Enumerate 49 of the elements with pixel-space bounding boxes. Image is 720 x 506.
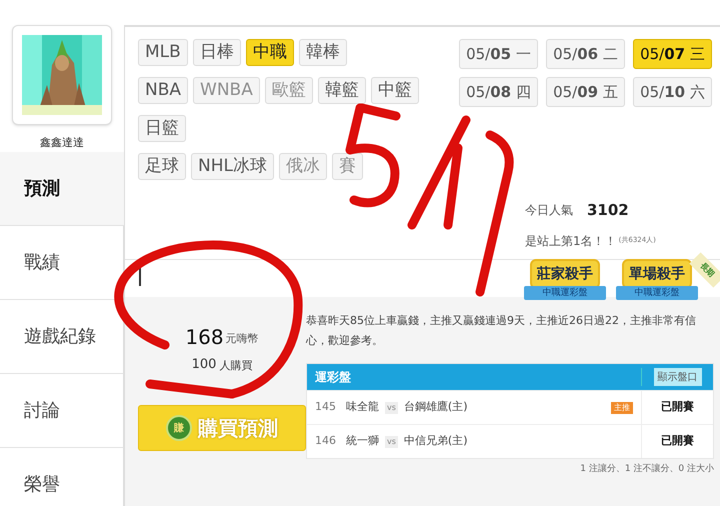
nav-item[interactable]: 戰績 (0, 226, 124, 300)
sport-tab[interactable]: 足球 (138, 153, 186, 180)
sport-tab[interactable]: NBA (138, 77, 188, 104)
sport-tab[interactable]: 日籃 (138, 115, 186, 142)
game-number: 146 (315, 433, 336, 450)
price-amount: 168 (185, 327, 224, 348)
table-title: 運彩盤 (314, 369, 352, 386)
sport-tab[interactable]: 韓棒 (298, 39, 347, 66)
game-number: 145 (315, 399, 336, 416)
sport-tab[interactable]: 中籃 (370, 77, 419, 104)
game-status: 已開賽 (661, 399, 694, 416)
buyer-count: 100 (192, 356, 216, 374)
sport-tab[interactable]: NHL冰球 (191, 153, 274, 180)
price-unit: 元嗨幣 (226, 330, 259, 347)
popularity-label: 今日人氣 (525, 202, 573, 220)
popularity-count: 3102 (587, 200, 629, 221)
show-odds-button[interactable]: 顯示盤口 (654, 368, 702, 386)
home-team: 中信兄弟(主) (404, 433, 468, 450)
sport-tab[interactable]: 韓籃 (318, 77, 366, 104)
sport-tab[interactable]: MLB (138, 39, 188, 66)
game-status: 已開賽 (661, 433, 694, 450)
nav-item[interactable]: 討論 (0, 374, 124, 448)
buyer-unit: 人購買 (219, 358, 252, 374)
away-team: 味全龍 (346, 399, 379, 416)
sport-tab[interactable]: 日棒 (192, 39, 241, 66)
badge-subtitle: 中職運彩盤 (542, 288, 588, 298)
badge-title: 莊家殺手 (537, 267, 593, 281)
date-tab[interactable]: 05/06 二 (546, 39, 625, 69)
date-tab[interactable]: 05/05 一 (459, 39, 538, 69)
bet-summary: 1 注讓分、1 注不讓分、0 注大小 (580, 463, 714, 476)
home-team: 台鋼雄鷹(主) (404, 399, 468, 416)
coin-icon: 賺 (166, 415, 192, 441)
badge-title: 單場殺手 (629, 267, 685, 281)
rank-text: 是站上第1名！！ (525, 232, 617, 250)
date-tab[interactable]: 05/07 三 (633, 39, 712, 69)
date-tab[interactable]: 05/09 五 (546, 77, 625, 107)
vs-label: vs (385, 402, 398, 414)
date-tab[interactable]: 05/10 六 (633, 77, 712, 107)
away-team: 統一獅 (346, 433, 379, 450)
nav-item[interactable]: 預測 (0, 152, 124, 226)
user-name: 鑫鑫達達 (40, 135, 84, 151)
badge-subtitle: 中職運彩盤 (634, 288, 680, 298)
nav-item[interactable]: 遊戲紀錄 (0, 300, 124, 374)
avatar-card[interactable] (12, 25, 112, 125)
message-text: 恭喜昨天85位上車贏錢，主推又贏錢連過9天，主推近26日過22，主推非常有信心，歡迎參考。 (306, 313, 697, 349)
date-tab[interactable]: 05/08 四 (459, 77, 538, 107)
sport-tab[interactable]: 中職 (246, 39, 294, 66)
pick-tag: 主推 (611, 402, 633, 414)
vs-label: vs (385, 436, 398, 448)
